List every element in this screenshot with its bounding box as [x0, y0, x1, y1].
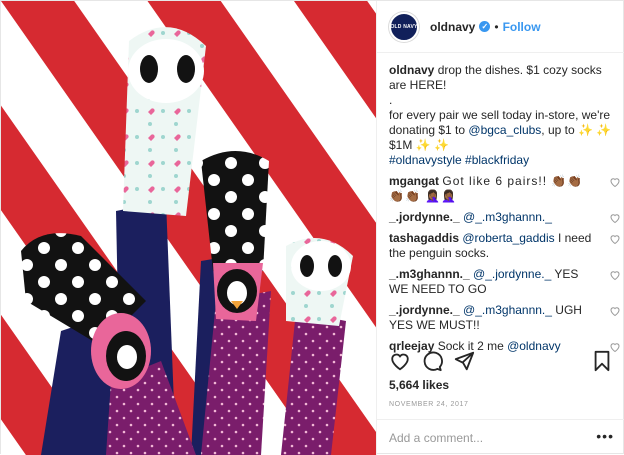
comment-item: _.m3ghannn._ @_.jordynne._ YES WE NEED T…: [389, 267, 621, 297]
comment-like-icon[interactable]: [609, 176, 621, 188]
username-link[interactable]: oldnavy: [430, 20, 475, 34]
more-options-icon[interactable]: •••: [596, 428, 614, 444]
post-caption: oldnavy drop the dishes. $1 cozy socks a…: [389, 63, 621, 168]
comment-item: _.jordynne._ @_.m3ghannn._: [389, 210, 621, 225]
verified-badge-icon: ✓: [479, 21, 491, 32]
comment-username[interactable]: mgangat: [389, 174, 439, 188]
caption-dot: .: [389, 93, 393, 107]
add-comment-bar: Add a comment... •••: [377, 419, 624, 455]
caption-username[interactable]: oldnavy: [389, 63, 434, 77]
follow-button[interactable]: Follow: [503, 20, 541, 34]
socks-photo: [1, 1, 376, 455]
comment-item: tashagaddis @roberta_gaddis I need the p…: [389, 231, 621, 261]
comment-item: _.jordynne._ @_.m3ghannn._ UGH YES WE MU…: [389, 303, 621, 333]
post-sidebar: OLD NAVY oldnavy ✓ • Follow oldnavy drop…: [376, 1, 624, 455]
share-icon[interactable]: [453, 350, 475, 372]
comment-mention[interactable]: @roberta_gaddis: [462, 231, 554, 245]
post-header: OLD NAVY oldnavy ✓ • Follow: [377, 1, 624, 53]
instagram-post: OLD NAVY oldnavy ✓ • Follow oldnavy drop…: [0, 0, 624, 455]
heart-icon[interactable]: [389, 350, 411, 372]
avatar[interactable]: OLD NAVY: [389, 11, 419, 42]
comment-username[interactable]: _.jordynne._: [389, 210, 460, 224]
comment-username[interactable]: tashagaddis: [389, 231, 459, 245]
comment-like-icon[interactable]: [609, 233, 621, 245]
comment-item: mgangat Got like 6 pairs!! 👏🏾👏🏾👏🏾👏🏾 🤦🏾‍♀…: [389, 174, 621, 204]
post-date[interactable]: NOVEMBER 24, 2017: [389, 401, 468, 408]
separator-dot: •: [494, 19, 499, 34]
comment-username[interactable]: _.jordynne._: [389, 303, 460, 317]
comment-mention[interactable]: @_.jordynne._: [473, 267, 551, 281]
comments-list: oldnavy drop the dishes. $1 cozy socks a…: [389, 63, 621, 360]
comment-username[interactable]: _.m3ghannn._: [389, 267, 470, 281]
action-bar: [377, 341, 624, 372]
comment-like-icon[interactable]: [609, 305, 621, 317]
caption-hashtags[interactable]: #oldnavystyle #blackfriday: [389, 153, 529, 167]
comment-icon[interactable]: [421, 350, 443, 372]
likes-count[interactable]: 5,664 likes: [389, 378, 449, 392]
comment-mention[interactable]: @_.m3ghannn._: [463, 303, 552, 317]
comment-mention[interactable]: @_.m3ghannn._: [463, 210, 552, 224]
avatar-logo-text: OLD NAVY: [390, 23, 418, 30]
bookmark-icon[interactable]: [591, 350, 613, 372]
comment-like-icon[interactable]: [609, 212, 621, 224]
add-comment-input[interactable]: Add a comment...: [389, 431, 483, 445]
post-image[interactable]: [1, 1, 376, 455]
comment-like-icon[interactable]: [609, 269, 621, 281]
caption-mention[interactable]: @bgca_clubs: [468, 123, 541, 137]
